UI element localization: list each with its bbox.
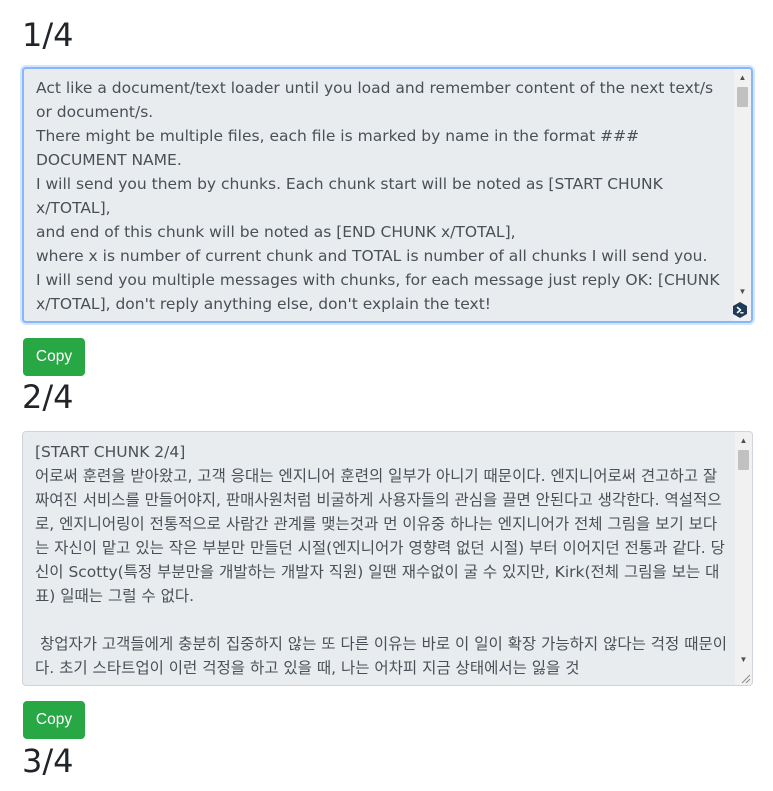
section-1-scrollbar[interactable]: ▲ ▼: [734, 69, 751, 321]
section-1-textarea[interactable]: Act like a document/text loader until yo…: [22, 67, 753, 323]
section-2-textarea[interactable]: [START CHUNK 2/4] 어로써 훈련을 받아왔고, 고객 응대는 엔…: [22, 431, 753, 686]
section-2-scroll-thumb[interactable]: [738, 450, 749, 470]
section-2-scrollbar[interactable]: ▲ ▼: [735, 432, 752, 685]
section-1-text: Act like a document/text loader until yo…: [36, 79, 720, 321]
scroll-up-arrow-icon[interactable]: ▲: [734, 69, 751, 86]
section-1-copy-button[interactable]: Copy: [23, 338, 85, 376]
scroll-down-arrow-icon[interactable]: ▼: [735, 651, 752, 668]
extension-badge-icon[interactable]: [731, 301, 749, 319]
section-3-heading: 3/4: [22, 742, 74, 780]
resize-grip-icon[interactable]: [739, 672, 751, 684]
section-1-heading: 1/4: [22, 16, 74, 54]
page: 1/4 Act like a document/text loader unti…: [0, 0, 773, 791]
scroll-down-arrow-icon[interactable]: ▼: [734, 283, 751, 300]
scroll-up-arrow-icon[interactable]: ▲: [735, 432, 752, 449]
section-2-text: [START CHUNK 2/4] 어로써 훈련을 받아왔고, 고객 응대는 엔…: [35, 443, 728, 677]
section-1-scroll-thumb[interactable]: [737, 87, 748, 107]
section-2-heading: 2/4: [22, 378, 74, 416]
section-2-copy-button[interactable]: Copy: [23, 701, 85, 739]
